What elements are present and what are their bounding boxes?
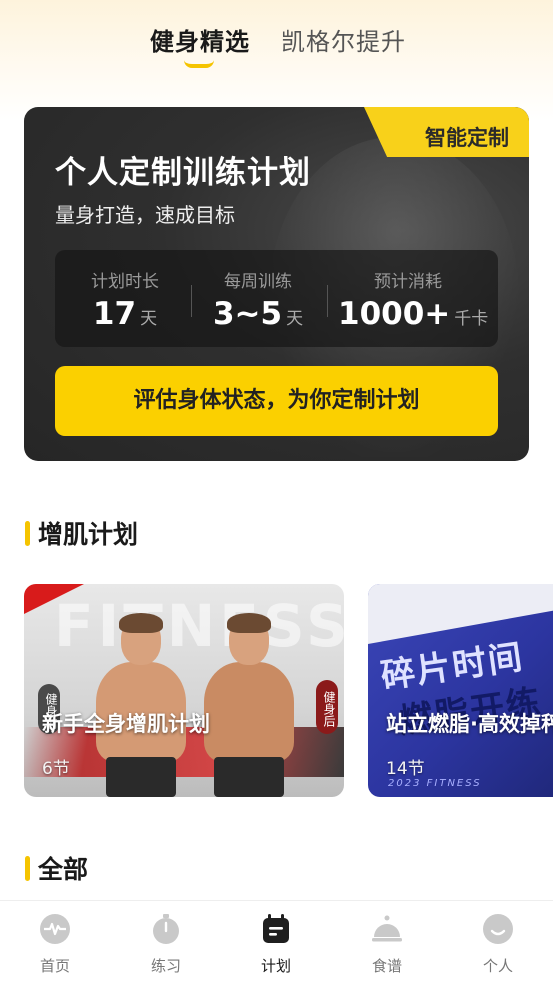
top-tabs: 健身精选 凯格尔提升 bbox=[0, 22, 553, 82]
tabbar-label: 首页 bbox=[39, 957, 70, 975]
course-banner-decoration bbox=[368, 584, 553, 644]
plan-title: 个人定制训练计划 bbox=[55, 155, 311, 191]
face-icon bbox=[483, 914, 513, 944]
stat-label: 计划时长 bbox=[91, 272, 159, 292]
tabbar-item-recipes[interactable]: 食谱 bbox=[352, 913, 422, 976]
tabbar-label: 练习 bbox=[150, 957, 181, 975]
tabbar-label: 计划 bbox=[260, 957, 291, 975]
muscle-section-title: 增肌计划 bbox=[38, 520, 139, 549]
stat-unit: 天 bbox=[286, 309, 304, 329]
stat-label: 预计消耗 bbox=[374, 272, 442, 292]
smart-custom-badge-label: 智能定制 bbox=[425, 126, 509, 150]
stat-weekly: 每周训练 3~5 天 bbox=[188, 267, 328, 332]
stat-value: 1000+ bbox=[338, 296, 451, 332]
section-accent-bar bbox=[25, 521, 30, 546]
course-card-beginner-muscle[interactable]: FITNESS 健身前 健身后 新手全身增肌计划 6节 bbox=[24, 584, 344, 797]
cloche-icon bbox=[372, 915, 402, 942]
course-art-footer: 2023 FITNESS bbox=[388, 778, 482, 789]
course-name: 新手全身增肌计划 bbox=[42, 712, 210, 736]
after-tag: 健身后 bbox=[316, 680, 338, 734]
stat-unit: 千卡 bbox=[454, 309, 489, 329]
assess-body-button[interactable]: 评估身体状态，为你定制计划 bbox=[55, 366, 498, 436]
stat-divider bbox=[327, 285, 328, 317]
stat-value: 3~5 bbox=[212, 296, 283, 332]
stat-label: 每周训练 bbox=[224, 272, 292, 292]
stat-unit: 天 bbox=[140, 309, 158, 329]
section-accent-bar bbox=[25, 856, 30, 881]
custom-plan-card[interactable]: 智能定制 个人定制训练计划 量身打造，速成目标 计划时长 17 天 每周训练 3~… bbox=[24, 107, 529, 461]
muscle-section-heading: 增肌计划 bbox=[25, 515, 138, 551]
tab-fitness-selection[interactable]: 健身精选 bbox=[150, 22, 250, 57]
stat-value: 17 bbox=[92, 296, 137, 332]
course-lesson-count: 14节 bbox=[386, 759, 425, 779]
bottom-tab-bar: 首页 练习 计划 食谱 个人 bbox=[0, 900, 553, 983]
active-tab-indicator bbox=[184, 60, 214, 68]
plan-stats: 计划时长 17 天 每周训练 3~5 天 预计消耗 1000+ 千卡 bbox=[55, 250, 498, 347]
tabbar-label: 食谱 bbox=[371, 957, 402, 975]
course-lesson-count: 6节 bbox=[42, 759, 70, 779]
after-person-image bbox=[194, 613, 304, 797]
course-name: 站立燃脂·高效掉秤 bbox=[386, 712, 553, 736]
tab-kegel[interactable]: 凯格尔提升 bbox=[281, 22, 406, 57]
course-card-standing-fat-burn[interactable]: 碎片时间 燃脂开练 2023 FITNESS 站立燃脂·高效掉秤 14节 bbox=[368, 584, 553, 797]
tabbar-item-practice[interactable]: 练习 bbox=[131, 913, 201, 976]
plan-subtitle: 量身打造，速成目标 bbox=[55, 203, 235, 227]
all-section-title: 全部 bbox=[38, 855, 89, 884]
stopwatch-icon bbox=[153, 914, 179, 944]
tabbar-item-home[interactable]: 首页 bbox=[20, 913, 90, 976]
before-person-image bbox=[86, 613, 196, 797]
tabbar-item-plan[interactable]: 计划 bbox=[241, 913, 311, 976]
tabbar-label: 个人 bbox=[482, 957, 513, 975]
all-section-heading: 全部 bbox=[25, 850, 88, 886]
tabbar-item-profile[interactable]: 个人 bbox=[463, 913, 533, 976]
calendar-icon bbox=[263, 914, 289, 943]
stat-duration: 计划时长 17 天 bbox=[55, 267, 195, 332]
heartbeat-icon bbox=[40, 914, 70, 944]
stat-calories: 预计消耗 1000+ 千卡 bbox=[338, 267, 488, 332]
